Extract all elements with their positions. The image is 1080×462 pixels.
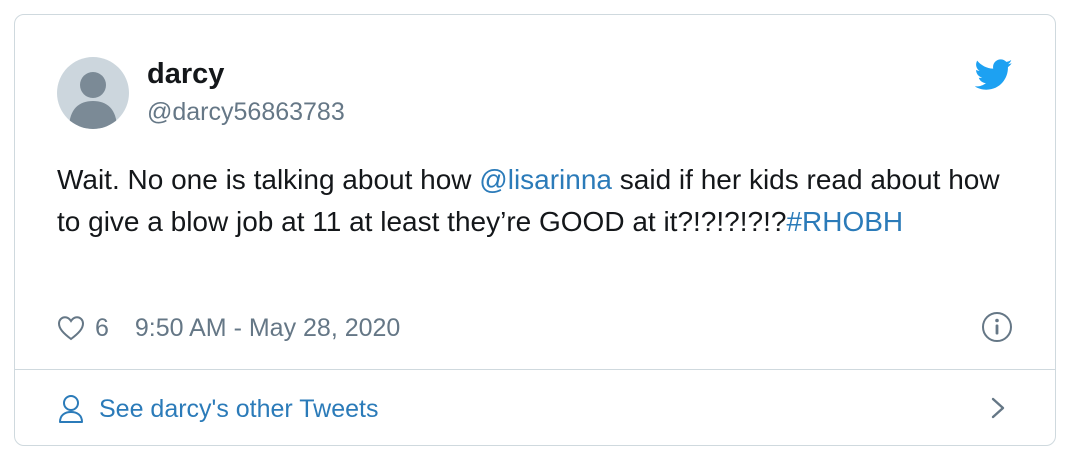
- author-name[interactable]: darcy: [147, 57, 224, 91]
- heart-icon[interactable]: [57, 315, 85, 341]
- default-profile-icon: [69, 72, 117, 129]
- info-icon[interactable]: [981, 311, 1013, 343]
- other-tweets-link[interactable]: See darcy's other Tweets: [57, 391, 378, 427]
- tweet-timestamp[interactable]: 9:50 AM - May 28, 2020: [135, 314, 400, 343]
- like-count[interactable]: 6: [95, 314, 109, 343]
- avatar[interactable]: [57, 57, 129, 129]
- embedded-tweet-card: darcy @darcy56863783 Wait. No one is tal…: [14, 14, 1056, 446]
- other-tweets-label[interactable]: See darcy's other Tweets: [99, 395, 378, 424]
- hashtag-link[interactable]: #RHOBH: [786, 206, 903, 237]
- author-handle[interactable]: @darcy56863783: [147, 97, 345, 127]
- twitter-bird-icon[interactable]: [975, 59, 1013, 91]
- footer-divider: [15, 369, 1055, 370]
- person-icon: [59, 395, 83, 423]
- chevron-right-icon[interactable]: [987, 393, 1009, 423]
- tweet-meta: 6 9:50 AM - May 28, 2020: [57, 311, 400, 345]
- mention-link[interactable]: @lisarinna: [479, 164, 612, 195]
- tweet-text: Wait. No one is talking about how @lisar…: [57, 159, 1017, 243]
- tweet-text-part: Wait. No one is talking about how: [57, 164, 480, 195]
